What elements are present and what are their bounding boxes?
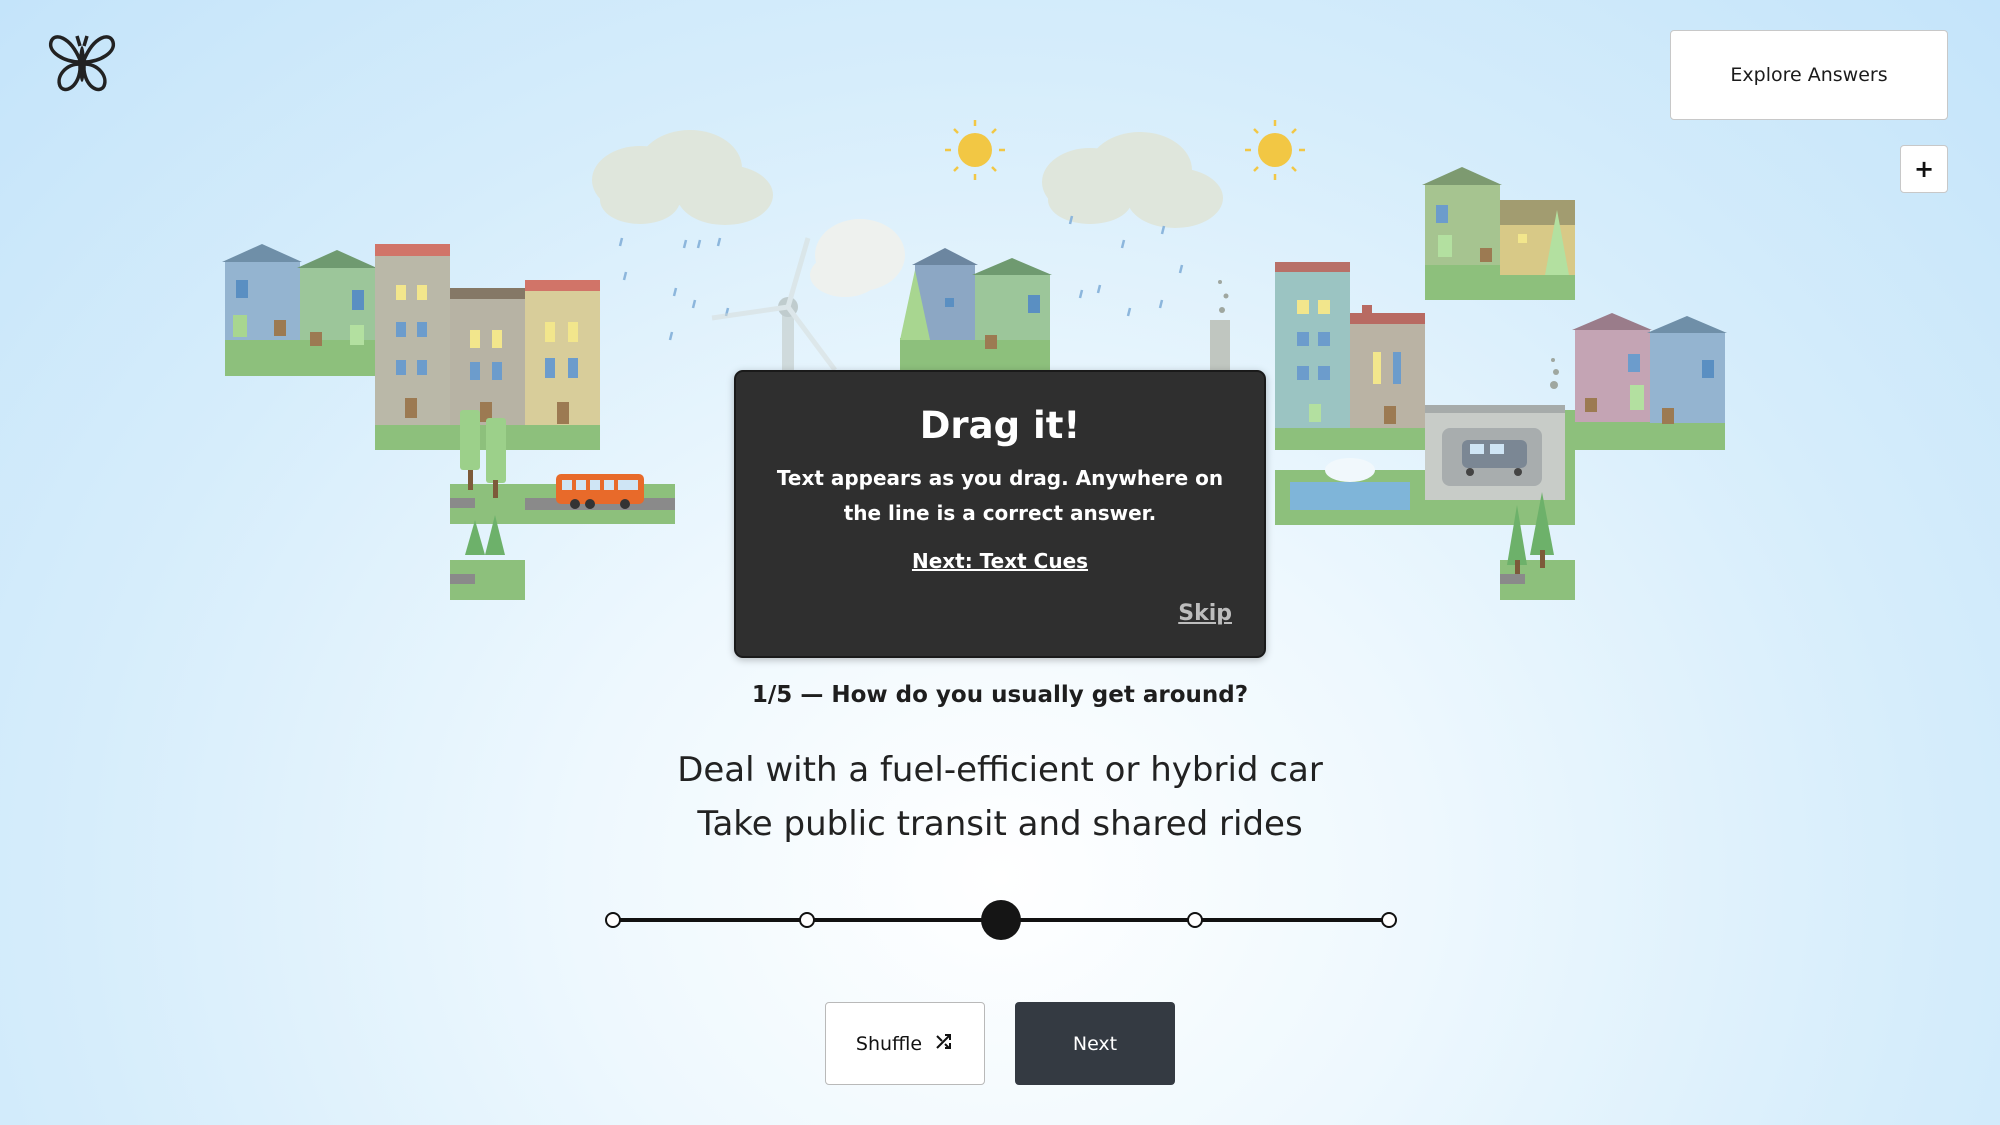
tooltip-next-link[interactable]: Next: Text Cues xyxy=(912,549,1088,573)
slider-handle[interactable] xyxy=(981,900,1021,940)
right-houses xyxy=(1275,167,1727,600)
drag-tooltip: Drag it! Text appears as you drag. Anywh… xyxy=(734,370,1266,658)
shuffle-icon xyxy=(934,1031,954,1056)
rain-drops xyxy=(618,215,1184,341)
question-text: 1/5 — How do you usually get around? xyxy=(751,682,1249,708)
slider-stop[interactable] xyxy=(1381,912,1397,928)
answer-slider[interactable] xyxy=(600,890,1400,950)
answer-line-2: Take public transit and shared rides xyxy=(697,804,1303,844)
slider-stop[interactable] xyxy=(799,912,815,928)
left-houses xyxy=(222,244,675,600)
slider-stop[interactable] xyxy=(605,912,621,928)
tooltip-skip-link[interactable]: Skip xyxy=(1178,601,1232,626)
tooltip-body: Text appears as you drag. Anywhere on th… xyxy=(776,466,1224,525)
next-button[interactable]: Next xyxy=(1015,1002,1175,1085)
cloud-left xyxy=(592,130,773,225)
cloud-middle xyxy=(810,219,905,297)
answer-line-1: Deal with a fuel-efficient or hybrid car xyxy=(677,750,1323,790)
shuffle-button[interactable]: Shuffle xyxy=(825,1002,985,1085)
slider-stop[interactable] xyxy=(1187,912,1203,928)
sun-right xyxy=(1245,120,1305,180)
tooltip-title: Drag it! xyxy=(919,404,1081,447)
cloud-right xyxy=(1042,132,1223,228)
sun-left xyxy=(945,120,1005,180)
shuffle-label: Shuffle xyxy=(855,1032,923,1055)
